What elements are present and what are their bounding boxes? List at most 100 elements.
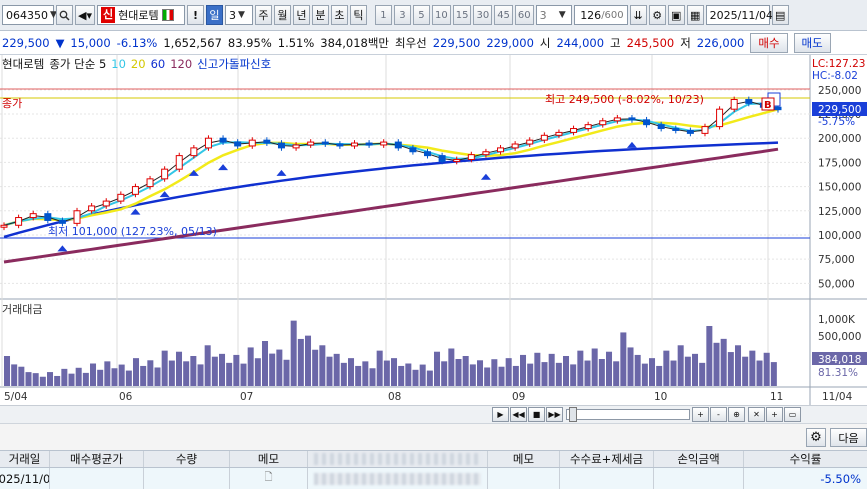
volume-bar: [305, 335, 312, 386]
zoom-in-button[interactable]: -: [710, 407, 727, 422]
volume-bar: [290, 320, 297, 386]
legend-ma120: 120: [170, 57, 193, 71]
volume-bar: [54, 375, 61, 386]
volume-bar: [448, 348, 455, 386]
zoom-slider-thumb[interactable]: [569, 407, 577, 422]
price-chart-svg[interactable]: 250,000225,000200,000175,000150,000125,0…: [0, 55, 867, 405]
forward-button[interactable]: ▶▶: [546, 407, 563, 422]
turnover-rate: 1.51%: [277, 35, 315, 50]
minute-5-button[interactable]: 5: [412, 5, 430, 25]
candle-body: [117, 193, 125, 202]
candle-body: [555, 131, 563, 136]
fullscreen-icon[interactable]: ▭: [784, 407, 801, 422]
period-minute-button[interactable]: 분: [311, 5, 329, 25]
volume-bar: [154, 367, 161, 386]
volume-bar: [348, 358, 355, 386]
speaker-icon[interactable]: ◀▾: [75, 5, 95, 25]
chart-area[interactable]: 현대로템 종가 단순 5 10 20 60 120 신고가돌파신호 250,00…: [0, 55, 867, 405]
col-avg-price: 매수평균가: [50, 451, 144, 467]
data-count-field[interactable]: 126/600: [573, 5, 628, 25]
minute-select[interactable]: 3 ▼: [535, 5, 572, 25]
search-icon[interactable]: [56, 5, 73, 25]
memo-icon[interactable]: 🗋: [264, 470, 272, 487]
period-year-button[interactable]: 년: [292, 5, 310, 25]
volume-bar: [555, 362, 562, 386]
calendar-icon[interactable]: ▦: [686, 5, 704, 25]
volume-bar: [570, 364, 577, 386]
gear-icon[interactable]: ⚙: [806, 428, 826, 447]
candle-body: [190, 147, 198, 157]
stock-code-input[interactable]: 064350 ▼: [2, 5, 57, 25]
volume-bar: [469, 364, 476, 386]
volume-bar: [183, 361, 190, 386]
cursor-icon[interactable]: ✕: [748, 407, 765, 422]
candle-body: [219, 137, 227, 143]
crosshair-icon[interactable]: +: [766, 407, 783, 422]
volume-bar: [398, 365, 405, 386]
candle-body: [175, 155, 183, 170]
stock-name-field[interactable]: 신 현대로템: [96, 5, 185, 25]
row-avg-price[interactable]: [50, 468, 144, 489]
period-second-button[interactable]: 초: [330, 5, 348, 25]
minute-10-button[interactable]: 10: [431, 5, 451, 25]
volume-bar: [727, 352, 734, 386]
next-button[interactable]: 다음: [830, 428, 867, 447]
volume-bar: [90, 363, 97, 386]
row-memo-2[interactable]: [488, 468, 560, 489]
period-day-button[interactable]: 일: [205, 5, 223, 25]
best-ask: 229,500: [432, 35, 481, 50]
best-bid: 229,000: [486, 35, 534, 50]
row-memo[interactable]: 🗋: [230, 468, 308, 489]
sell-button[interactable]: 매도: [793, 32, 831, 53]
chart-scrollbar[interactable]: ▶ ◀◀ ■ ▶▶ + - ⊕ ✕ + ▭: [0, 405, 867, 423]
period-week-button[interactable]: 주: [254, 5, 272, 25]
candle-body: [365, 142, 373, 146]
period-month-button[interactable]: 월: [273, 5, 291, 25]
candle-body: [599, 120, 607, 126]
volume-bar: [477, 360, 484, 386]
candle-body: [570, 128, 578, 133]
minute-45-button[interactable]: 45: [494, 5, 513, 25]
zoom-slider[interactable]: [566, 407, 690, 422]
down-arrow-icon: ▼: [55, 35, 65, 50]
minute-30-button[interactable]: 30: [473, 5, 493, 25]
volume-bar: [699, 362, 706, 386]
minute-3-button[interactable]: 3: [393, 5, 411, 25]
table-row[interactable]: 2025/11/04 🗋 -5.50%: [0, 468, 867, 489]
volume-axis-label: 1,000K: [818, 314, 856, 326]
volume-bar: [355, 365, 362, 386]
calendar-picker-icon[interactable]: ▤: [771, 5, 789, 25]
x-axis-label: 10: [654, 391, 667, 403]
save-icon[interactable]: ▣: [667, 5, 685, 25]
zoom-out-button[interactable]: +: [692, 407, 709, 422]
volume-bar: [720, 338, 727, 386]
rewind-button[interactable]: ◀◀: [510, 407, 527, 422]
candle-body: [613, 117, 621, 122]
volume-bar: [333, 353, 340, 386]
date-field[interactable]: 2025/11/04: [705, 5, 773, 25]
blurred-cell: [314, 472, 481, 485]
signal-b-letter: B: [764, 100, 772, 111]
zoom-reset-button[interactable]: ⊕: [728, 407, 745, 422]
minute-1-button[interactable]: 1: [374, 5, 392, 25]
candle-body: [409, 147, 417, 153]
volume-bar: [369, 368, 376, 386]
row-pnl: [654, 468, 744, 489]
chart-settings-icon[interactable]: ⚙: [648, 5, 666, 25]
period-tick-button[interactable]: 틱: [349, 5, 367, 25]
volume-bar: [147, 360, 154, 386]
low-label: 저: [680, 35, 691, 50]
chart-toolbar: 064350 ▼ ◀▾ 신 현대로템 ! 일 3 ▼ 주 월 년 분 초 틱 1 …: [0, 0, 867, 31]
row-quantity[interactable]: [144, 468, 230, 489]
minute-15-button[interactable]: 15: [452, 5, 472, 25]
period-count-select[interactable]: 3 ▼: [224, 5, 253, 25]
volume-bar: [18, 366, 25, 386]
warning-button[interactable]: !: [186, 5, 204, 25]
minute-60-button[interactable]: 60: [514, 5, 534, 25]
buy-button[interactable]: 매수: [750, 32, 788, 53]
stop-button[interactable]: ■: [528, 407, 545, 422]
volume-bar: [613, 361, 620, 386]
play-button[interactable]: ▶: [492, 407, 509, 422]
candle-body: [161, 168, 169, 180]
fetch-icon[interactable]: ⇊: [629, 5, 647, 25]
